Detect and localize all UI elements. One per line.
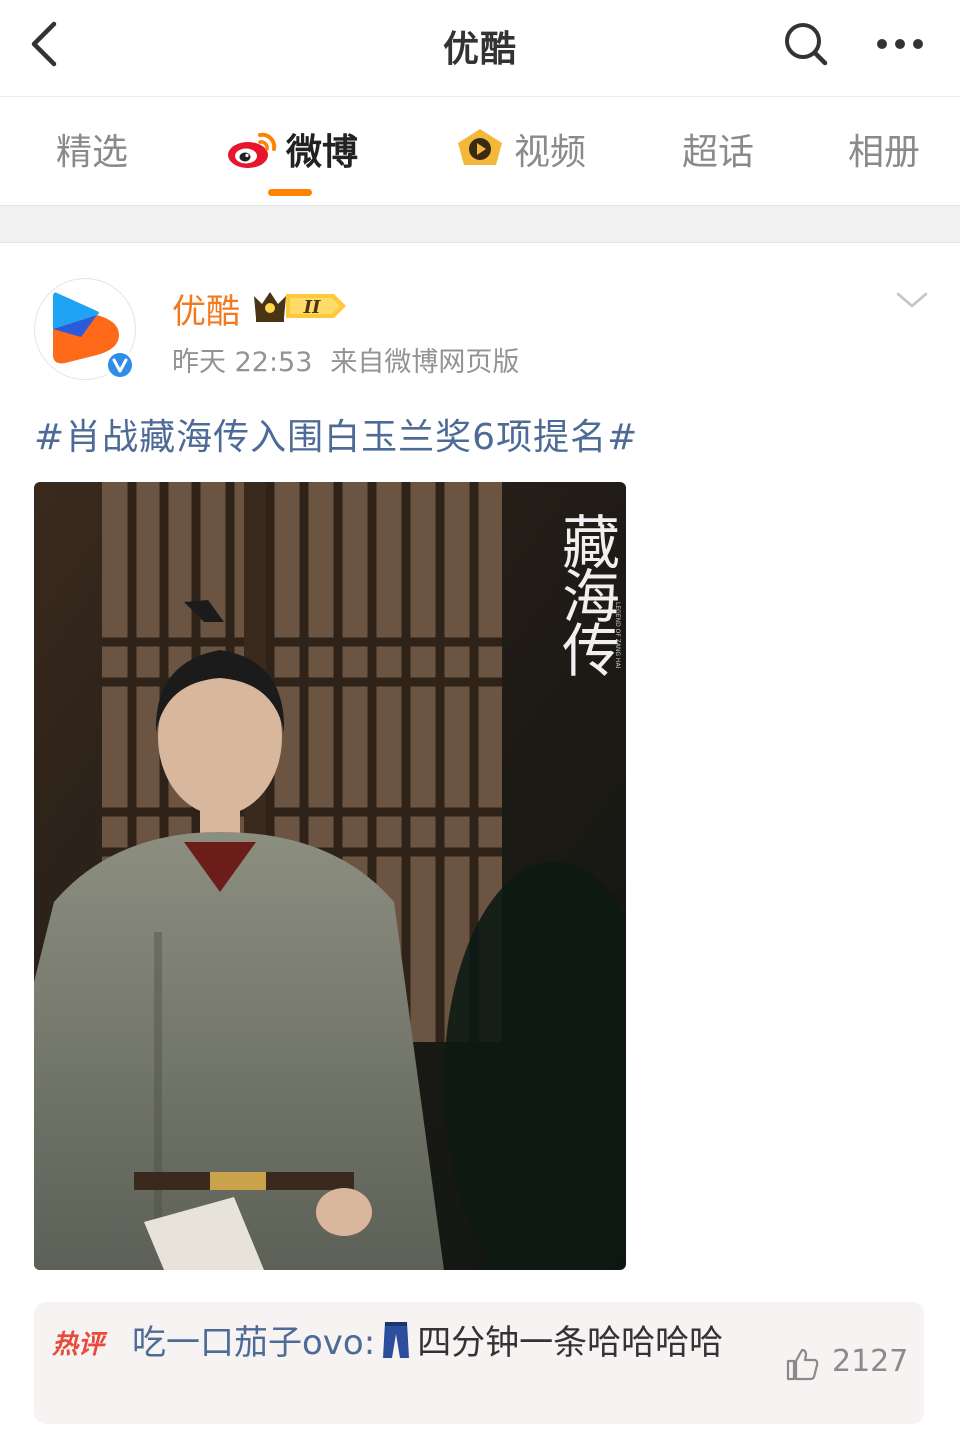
more-options-icon[interactable]: [872, 26, 928, 62]
tab-label: 精选: [56, 132, 129, 173]
post-meta: 昨天 22:53 来自微博网页版: [172, 340, 519, 379]
weibo-logo-icon: [228, 132, 277, 168]
hot-comment[interactable]: 热评 吃一口茄子ovo: 四分钟一条哈哈哈哈 2127: [34, 1302, 924, 1424]
poster-subtitle: LEGEND OF ZANG HAI: [614, 602, 621, 669]
active-tab-indicator: [268, 189, 312, 196]
comment-body: 四分钟一条哈哈哈哈: [417, 1323, 724, 1363]
tab-album[interactable]: 相册: [848, 123, 920, 175]
chevron-down-icon[interactable]: [894, 288, 930, 312]
search-icon[interactable]: [782, 20, 830, 68]
post-time: 昨天 22:53: [172, 347, 313, 378]
verified-badge-icon: [104, 349, 136, 381]
tab-weibo[interactable]: 微博: [226, 123, 358, 175]
drama-poster-image: [34, 482, 626, 1270]
thumbs-up-icon[interactable]: [784, 1346, 820, 1382]
tab-label: 视频: [514, 132, 587, 173]
vip-crown-badge-icon[interactable]: II: [250, 286, 348, 326]
post-source: 来自微博网页版: [330, 347, 520, 378]
top-nav-bar: 优酷: [0, 0, 960, 97]
post-image[interactable]: 藏海传 LEGEND OF ZANG HAI: [34, 482, 626, 1270]
vip-level: II: [303, 297, 321, 318]
profile-tabs: 精选 微博 视频 超话 相册: [0, 97, 960, 205]
tab-label: 相册: [848, 132, 921, 173]
author-name[interactable]: 优酷: [172, 284, 240, 333]
comment-username[interactable]: 吃一口茄子ovo:: [132, 1323, 375, 1363]
post-hashtag[interactable]: #肖战藏海传入围白玉兰奖6项提名#: [34, 408, 638, 460]
video-play-icon: [458, 129, 502, 165]
tab-video[interactable]: 视频: [454, 123, 586, 175]
section-divider: [0, 205, 960, 243]
tab-label: 超话: [682, 132, 755, 173]
like-count: 2127: [832, 1344, 909, 1379]
tab-featured[interactable]: 精选: [56, 123, 128, 175]
hot-comment-text: 吃一口茄子ovo: 四分钟一条哈哈哈哈: [132, 1316, 752, 1370]
tab-supertopic[interactable]: 超话: [682, 123, 754, 175]
tab-label: 微博: [286, 132, 359, 173]
hot-comment-label: 热评: [52, 1330, 105, 1360]
jeans-icon: [383, 1322, 410, 1358]
